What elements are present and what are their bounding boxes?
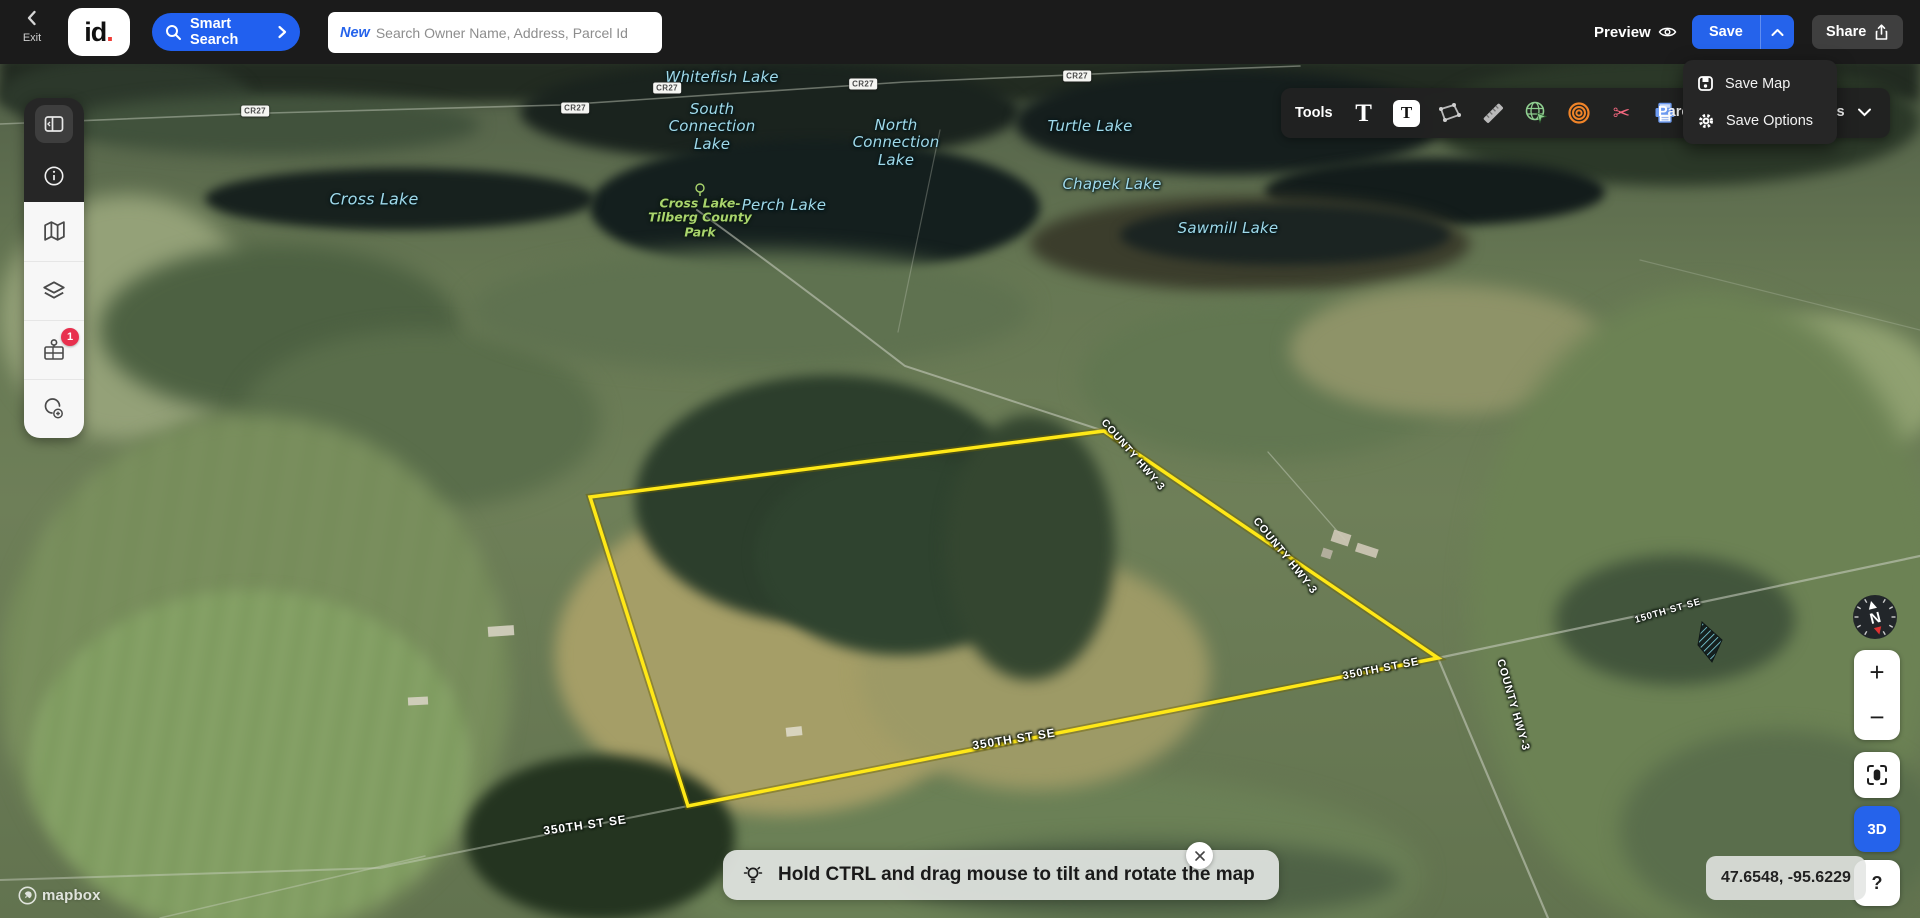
- buffer-tool-button[interactable]: [1565, 99, 1593, 127]
- route-shield: CR27: [241, 106, 269, 117]
- map-icon: [42, 219, 67, 244]
- road-label: 350TH ST SE: [971, 726, 1056, 753]
- smart-search-label: Smart Search: [190, 16, 269, 48]
- mode-3d-button[interactable]: 3D: [1854, 806, 1900, 852]
- share-button[interactable]: Share: [1812, 15, 1903, 49]
- tools-label: Tools: [1295, 105, 1333, 121]
- menu-item-label: Save Map: [1725, 76, 1790, 92]
- save-dropdown-menu: Save Map Save Options: [1683, 60, 1837, 144]
- polygon-tool-button[interactable]: [1436, 99, 1464, 127]
- panel-toggle-icon: [42, 112, 66, 136]
- menu-item-save-map[interactable]: Save Map: [1683, 65, 1837, 102]
- chevron-left-icon: [24, 10, 40, 26]
- search-box: New: [328, 12, 662, 53]
- sidebar-item-info[interactable]: [24, 150, 84, 202]
- road-label: COUNTY HWY-3: [1494, 658, 1532, 753]
- route-shield: CR27: [849, 79, 877, 90]
- route-shield: CR27: [561, 103, 589, 114]
- text-tool-icon: T: [1355, 101, 1372, 126]
- measure-tool-button[interactable]: [1479, 99, 1507, 127]
- road-label: COUNTY HWY-3: [1099, 417, 1168, 494]
- sidebar-item-add-location[interactable]: [24, 379, 84, 438]
- share-icon: [1874, 24, 1889, 41]
- menu-item-save-options[interactable]: Save Options: [1683, 102, 1837, 139]
- gear-icon: [1697, 112, 1715, 130]
- cut-tool-icon: ✂: [1613, 103, 1631, 124]
- mapbox-wordmark: mapbox: [42, 887, 101, 904]
- cut-tool-button[interactable]: ✂: [1608, 99, 1636, 127]
- lake-label: Whitefish Lake: [665, 68, 778, 86]
- search-icon: [165, 24, 182, 41]
- globe-tool-icon: [1523, 100, 1549, 126]
- buffer-tool-icon: [1566, 100, 1592, 126]
- preview-label: Preview: [1594, 24, 1651, 41]
- lake-label: Turtle Lake: [1047, 117, 1132, 135]
- parcels-badge: 1: [61, 328, 79, 346]
- left-sidebar: 1: [24, 98, 84, 438]
- share-label: Share: [1826, 24, 1866, 40]
- zoom-in-button[interactable]: +: [1854, 650, 1900, 695]
- route-shield: CR27: [653, 83, 681, 94]
- road-label: COUNTY HWY-3: [1250, 515, 1319, 596]
- info-icon: [42, 164, 66, 188]
- close-icon: [1194, 850, 1206, 862]
- mapbox-logo-icon: [18, 886, 37, 905]
- lake-label: Chapek Lake: [1062, 175, 1161, 193]
- text-box-tool-button[interactable]: T: [1393, 99, 1421, 127]
- app-logo[interactable]: id.: [68, 8, 130, 56]
- preview-button[interactable]: Preview: [1594, 0, 1677, 64]
- measure-tool-icon: [1480, 100, 1506, 126]
- lake-label: Cross Lake: [329, 190, 418, 209]
- land-id-map-editor: Whitefish Lake South Connection Lake Nor…: [0, 0, 1920, 918]
- road-label: 150TH ST SE: [1634, 596, 1703, 625]
- toast-close-button[interactable]: [1186, 842, 1213, 869]
- exit-button[interactable]: Exit: [12, 10, 52, 44]
- save-map-icon: [1697, 75, 1714, 92]
- globe-tool-button[interactable]: [1522, 99, 1550, 127]
- lake-label: North Connection Lake: [834, 117, 958, 169]
- text-tool-button[interactable]: T: [1350, 99, 1378, 127]
- road-label: 350TH ST SE: [542, 812, 627, 838]
- sidebar-item-parcels[interactable]: 1: [24, 320, 84, 379]
- viewfinder-icon: [1865, 763, 1889, 787]
- mapbox-attribution[interactable]: mapbox: [18, 886, 101, 905]
- search-input[interactable]: [376, 25, 650, 41]
- menu-item-label: Save Options: [1726, 113, 1813, 129]
- top-bar: Exit id. Smart Search New Preview Save S…: [0, 0, 1920, 64]
- park-label: Cross Lake-Tilberg County Park: [640, 196, 760, 239]
- chevron-up-icon: [1771, 28, 1784, 37]
- zoom-control: + −: [1854, 650, 1900, 740]
- route-shield: CR27: [1063, 71, 1091, 82]
- chevron-right-icon: [277, 25, 287, 39]
- toast-text: Hold CTRL and drag mouse to tilt and rot…: [778, 864, 1255, 886]
- eye-icon: [1658, 25, 1677, 39]
- logo-dot: .: [106, 17, 114, 48]
- lake-label: Sawmill Lake: [1178, 219, 1279, 237]
- sidebar-item-panels[interactable]: [24, 98, 84, 150]
- new-badge: New: [340, 25, 370, 41]
- layers-icon: [41, 278, 67, 304]
- save-menu-toggle[interactable]: [1760, 15, 1794, 49]
- save-button[interactable]: Save: [1692, 15, 1760, 49]
- compass-control[interactable]: N: [1852, 594, 1898, 640]
- save-split-button: Save: [1692, 15, 1794, 49]
- lake-label: South Connection Lake: [650, 101, 774, 153]
- zoom-out-button[interactable]: −: [1854, 695, 1900, 740]
- polygon-tool-icon: [1437, 101, 1463, 125]
- logo-text: id: [84, 17, 106, 48]
- exit-label: Exit: [12, 32, 52, 44]
- text-box-tool-icon: T: [1393, 100, 1420, 127]
- sidebar-item-basemaps[interactable]: [24, 202, 84, 261]
- add-location-pin-icon: [41, 396, 67, 422]
- sidebar-item-layers[interactable]: [24, 261, 84, 320]
- coordinates-readout: 47.6548, -95.6229: [1706, 856, 1866, 900]
- smart-search-button[interactable]: Smart Search: [152, 13, 300, 51]
- lightbulb-icon: [741, 863, 765, 887]
- road-label: 350TH ST SE: [1342, 656, 1421, 683]
- fit-extent-button[interactable]: [1854, 752, 1900, 798]
- chevron-down-icon[interactable]: [1857, 107, 1872, 117]
